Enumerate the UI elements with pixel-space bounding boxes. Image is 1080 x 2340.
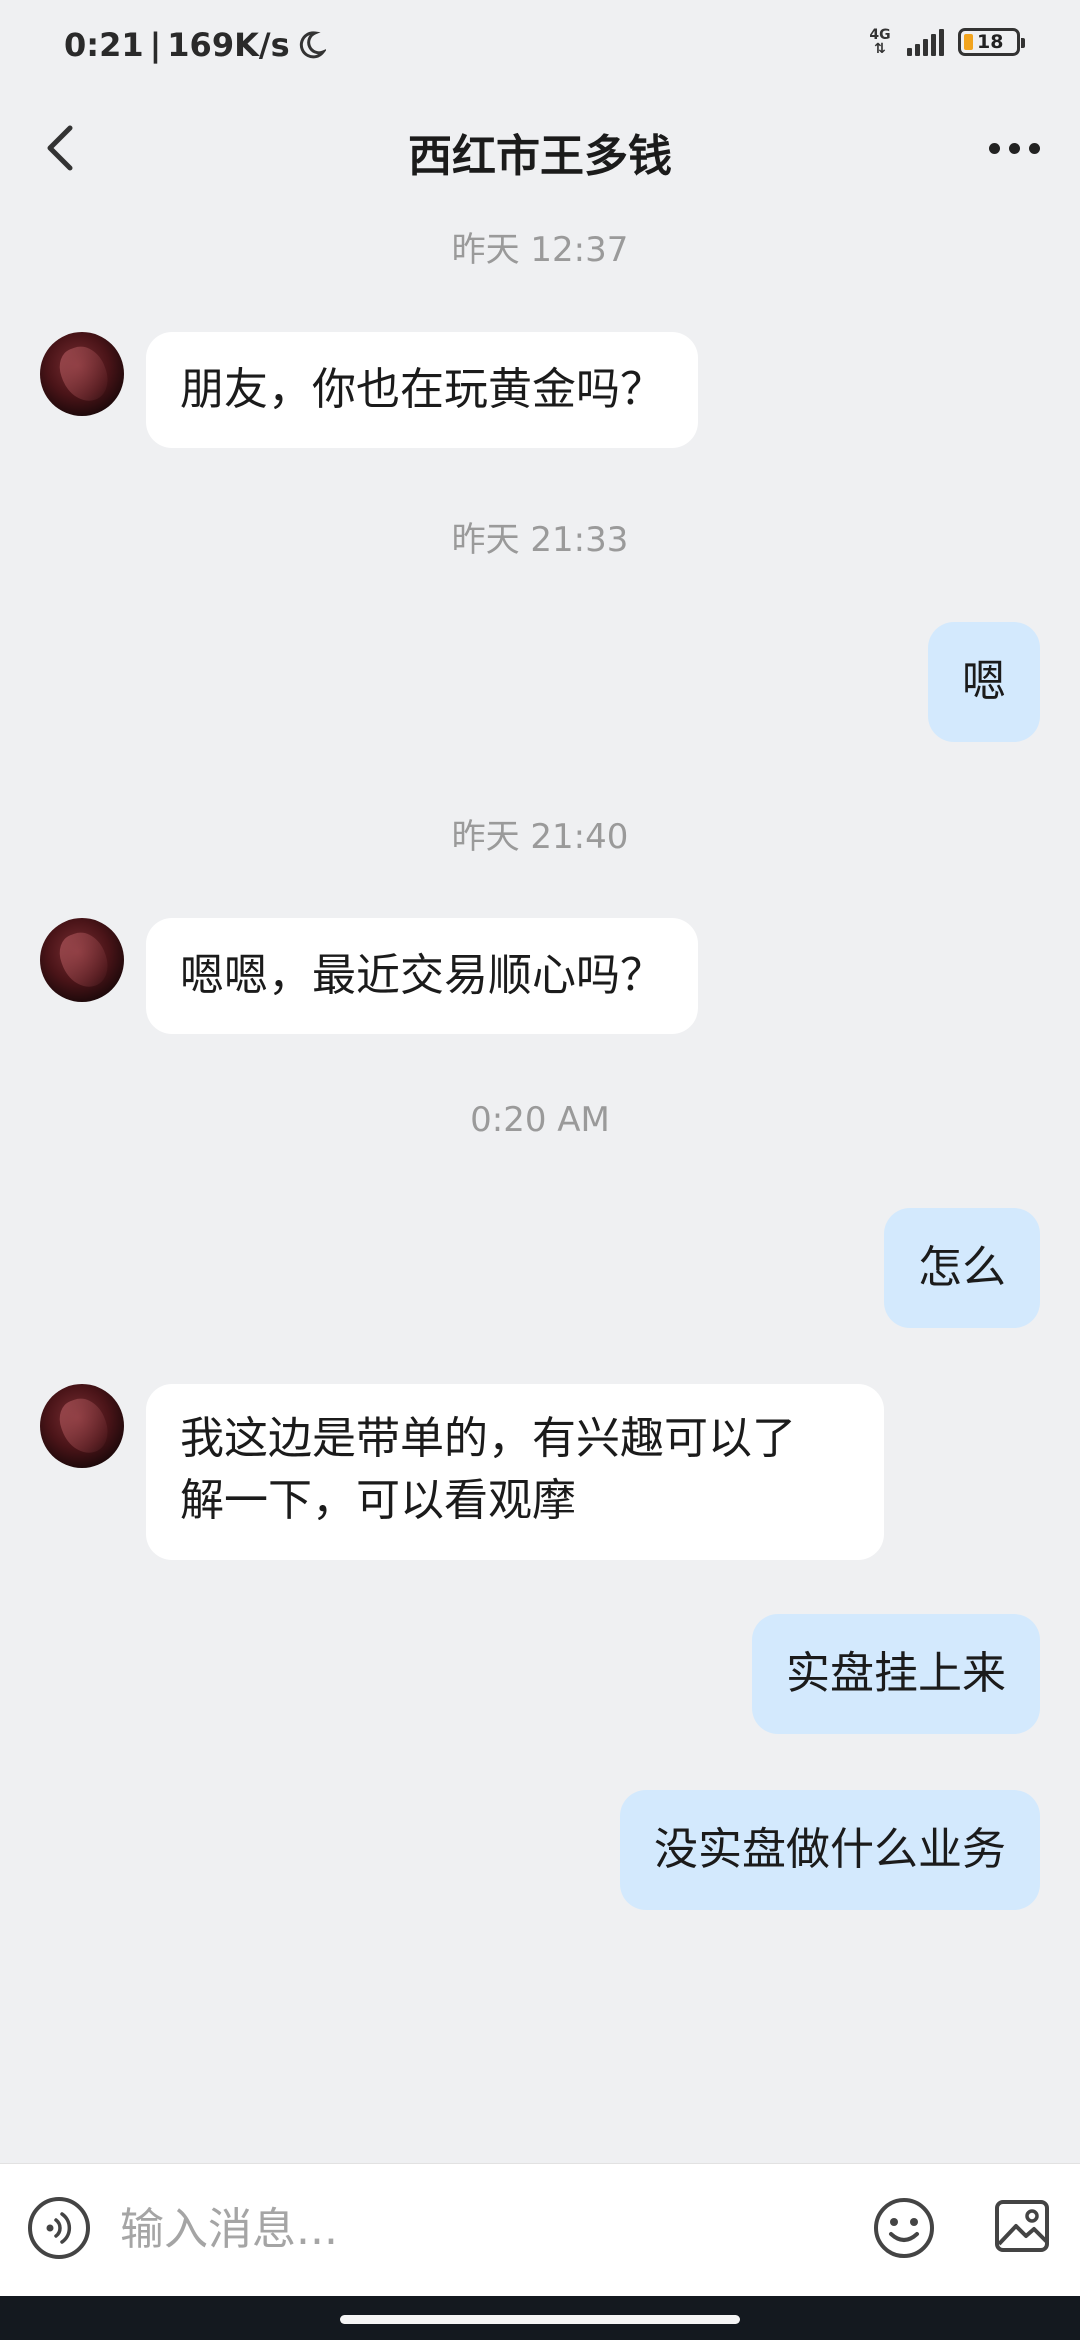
status-left: 0:21 | 169K/s bbox=[64, 26, 328, 64]
chat-title: 西红市王多钱 bbox=[408, 131, 672, 182]
outgoing-message-bubble: 没实盘做什么业务 bbox=[620, 1790, 1040, 1910]
timestamp: 0:20 AM bbox=[470, 1100, 610, 1140]
battery-fill bbox=[964, 34, 973, 50]
more-button[interactable] bbox=[974, 120, 1054, 176]
message-input[interactable] bbox=[118, 2188, 842, 2270]
message-line: 解一下，可以看观摩 bbox=[180, 1475, 576, 1526]
outgoing-message-bubble: 嗯 bbox=[928, 622, 1040, 742]
network-speed: 169K/s bbox=[167, 26, 290, 64]
incoming-message-bubble: 朋友，你也在玩黄金吗？ bbox=[146, 332, 698, 448]
voice-button[interactable] bbox=[28, 2197, 90, 2259]
input-bar: @沁沁 bbox=[0, 2163, 1080, 2296]
more-dot bbox=[1008, 142, 1020, 154]
outgoing-message-bubble: 怎么 bbox=[884, 1208, 1040, 1328]
timestamp: 昨天 21:40 bbox=[451, 817, 629, 857]
home-indicator[interactable] bbox=[340, 2315, 740, 2324]
outgoing-message-bubble: 实盘挂上来 bbox=[752, 1614, 1040, 1734]
avatar[interactable] bbox=[40, 1384, 124, 1468]
moon-icon bbox=[296, 30, 328, 60]
avatar[interactable] bbox=[40, 918, 124, 1002]
navigation-area bbox=[0, 2296, 1080, 2340]
status-separator: | bbox=[149, 26, 162, 64]
signal-icon bbox=[907, 28, 944, 56]
avatar[interactable] bbox=[40, 332, 124, 416]
incoming-message-bubble: 嗯嗯，最近交易顺心吗？ bbox=[146, 918, 698, 1034]
message-line: 我这边是带单的，有兴趣可以了 bbox=[180, 1413, 796, 1464]
network-label: 4G bbox=[869, 27, 891, 43]
watermark: @沁沁 bbox=[961, 2252, 1054, 2287]
voice-icon bbox=[46, 2212, 72, 2244]
emoji-button[interactable] bbox=[872, 2196, 936, 2260]
timestamp: 昨天 21:33 bbox=[451, 520, 629, 560]
more-dot bbox=[1028, 142, 1040, 154]
battery-level: 18 bbox=[977, 31, 1004, 53]
more-icon bbox=[988, 142, 1000, 154]
status-right: 4G ⇅ 18 bbox=[867, 28, 1025, 56]
incoming-message-bubble: 我这边是带单的，有兴趣可以了 解一下，可以看观摩 bbox=[146, 1384, 884, 1560]
emoji-icon bbox=[874, 2198, 934, 2258]
chat-header: 西红市王多钱 bbox=[0, 100, 1080, 196]
battery-icon: 18 bbox=[958, 28, 1025, 56]
data-arrows-icon: ⇅ bbox=[874, 41, 886, 57]
status-time: 0:21 bbox=[64, 26, 144, 64]
status-bar: 0:21 | 169K/s 4G ⇅ 18 bbox=[0, 0, 1080, 96]
network-type: 4G ⇅ bbox=[867, 28, 893, 56]
timestamp: 昨天 12:37 bbox=[451, 230, 629, 270]
